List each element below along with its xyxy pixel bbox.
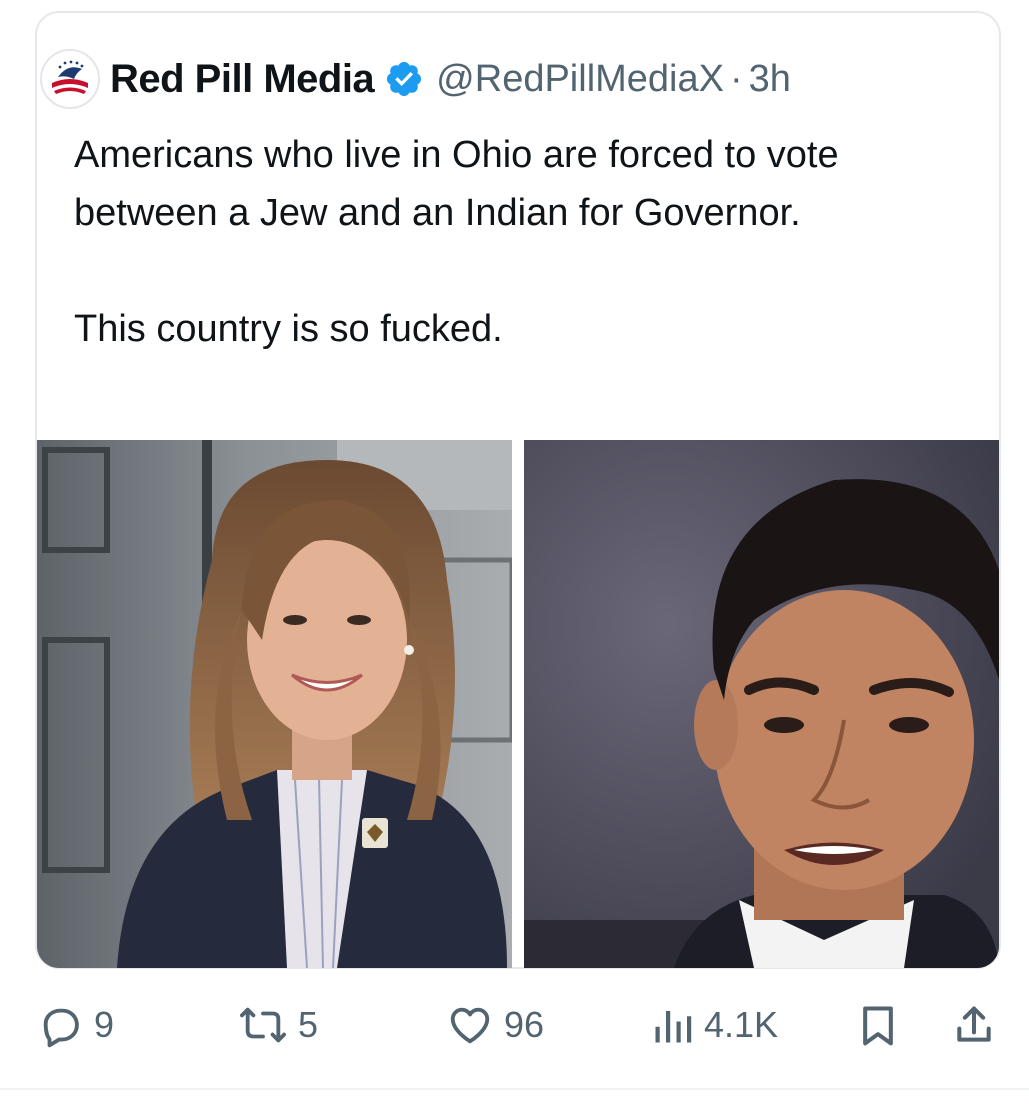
verified-badge-icon[interactable] <box>384 59 424 99</box>
red-pill-logo-icon <box>48 57 92 101</box>
author-name[interactable]: Red Pill Media <box>110 57 375 102</box>
bookmark-icon <box>863 1006 893 1046</box>
author-handle[interactable]: @RedPillMediaX <box>436 58 724 101</box>
like-count: 96 <box>504 1004 545 1045</box>
reply-button[interactable]: 9 <box>38 990 114 1060</box>
analytics-bars-icon <box>655 1011 692 1043</box>
repost-button[interactable]: 5 <box>238 990 318 1060</box>
reply-count: 9 <box>94 1004 115 1045</box>
author-avatar[interactable] <box>40 49 100 109</box>
view-count: 4.1K <box>704 1004 779 1045</box>
reply-icon <box>43 1008 79 1048</box>
tweet-text-paragraph: This country is so fucked. <box>74 308 503 350</box>
tweet-header: Red Pill Media @RedPillMediaX · 3h <box>40 44 791 114</box>
views-button[interactable]: 4.1K <box>652 990 778 1060</box>
heart-icon <box>450 1007 490 1044</box>
like-button[interactable]: 96 <box>446 990 544 1060</box>
tweet-image-right[interactable] <box>524 440 999 968</box>
tweet-timestamp[interactable]: 3h <box>749 58 791 101</box>
tweet-text: Americans who live in Ohio are forced to… <box>74 126 954 358</box>
tweet-text-paragraph: Americans who live in Ohio are forced to… <box>74 134 839 234</box>
repost-icon <box>240 1007 287 1043</box>
bottom-divider <box>0 1088 1029 1090</box>
tweet-action-bar: 9 5 96 4.1K <box>0 990 1029 1060</box>
tweet-image-left[interactable] <box>37 440 512 968</box>
repost-count: 5 <box>298 1004 319 1045</box>
bookmark-button[interactable] <box>856 990 900 1060</box>
share-icon <box>957 1006 991 1042</box>
share-button[interactable] <box>952 990 996 1060</box>
separator-dot: · <box>729 57 743 100</box>
